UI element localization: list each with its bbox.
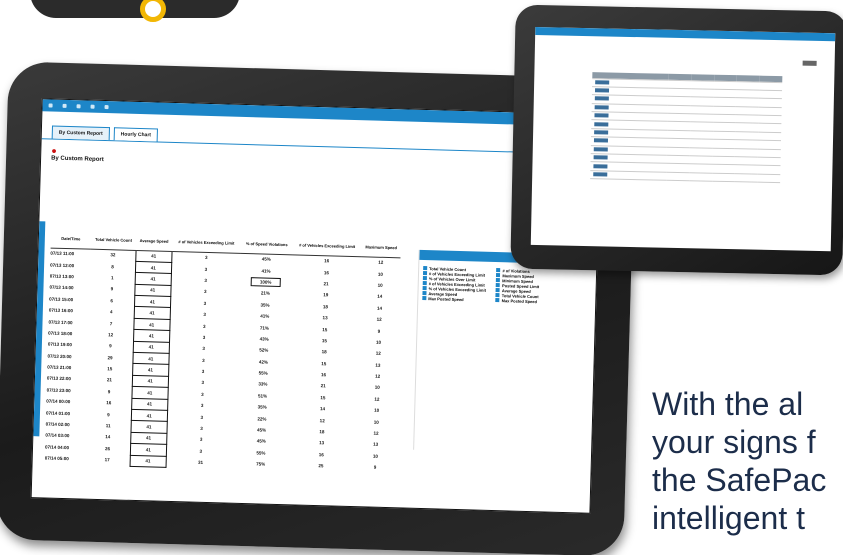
- ring-icon: [140, 0, 166, 22]
- table-cell: 41: [134, 284, 171, 297]
- nav-dot-icon[interactable]: [76, 104, 81, 109]
- table-cell: 75%: [256, 461, 266, 467]
- table-cell: 41: [131, 397, 168, 411]
- small-app-bar: [535, 26, 836, 42]
- promo-caption: With the al your signs f the SafePac int…: [652, 385, 843, 537]
- row-tag: [594, 88, 610, 93]
- meta-block: [51, 170, 87, 171]
- nav-dot-icon[interactable]: [104, 105, 109, 110]
- table-cell: 41: [135, 261, 172, 274]
- row-tag: [594, 121, 609, 127]
- row-tag: [594, 105, 609, 110]
- legend-swatch: [422, 280, 427, 286]
- caption-line: intelligent t: [652, 500, 805, 536]
- tab-custom-report[interactable]: By Custom Report: [51, 125, 110, 141]
- small-tablet: [510, 4, 843, 276]
- table-cell: 41: [130, 420, 167, 434]
- table-cell: 41: [132, 375, 169, 388]
- legend-swatch: [495, 298, 500, 303]
- left-rail: [33, 221, 46, 437]
- caption-line: your signs f: [652, 424, 816, 460]
- table-cell: 41: [134, 295, 171, 308]
- report-table: Date/Time Total Vehicle Count Average Sp…: [45, 229, 401, 475]
- table-cell: 41: [131, 409, 168, 422]
- table-cell: 41: [131, 386, 168, 399]
- col-header: # of Vehicles Exceeding Limit: [171, 232, 242, 253]
- table-cell: 41: [135, 249, 172, 263]
- legend-swatch: [423, 265, 428, 271]
- legend-item: Max Posted Speed: [422, 295, 485, 303]
- legend-swatch: [496, 273, 501, 278]
- col-header: % of Speed Violations: [240, 234, 293, 255]
- row-tag: [593, 138, 609, 143]
- col-header: Maximum Speed: [361, 238, 401, 258]
- col-header: Total Vehicle Count: [90, 230, 137, 250]
- table-cell: 41: [130, 432, 167, 445]
- legend-swatch: [422, 270, 428, 276]
- row-tag: [595, 79, 610, 85]
- highlighted-value: 100%: [250, 277, 281, 287]
- table-cell: 41: [135, 272, 171, 286]
- nav-dot-icon[interactable]: [90, 104, 95, 109]
- table-cell: 17: [104, 457, 110, 463]
- legend-column: # of Violations Maximum Speed Minimum Spee…: [495, 268, 540, 305]
- table-cell: 41: [130, 454, 166, 468]
- col-header: Date/Time: [50, 229, 92, 249]
- col-header: Average Speed: [136, 231, 173, 251]
- caption-line: the SafePac: [652, 462, 827, 498]
- table-cell: 9: [373, 464, 377, 470]
- small-action-button[interactable]: [802, 60, 817, 66]
- table-cell: 41: [133, 341, 170, 354]
- table-cell: 41: [132, 352, 169, 365]
- legend-panel: Total Vehicle Count # of Vehicles Exceedi…: [413, 249, 594, 455]
- table-cell: 41: [133, 318, 170, 331]
- legend-swatch: [422, 290, 427, 296]
- legend-swatch: [422, 295, 427, 301]
- col-header: # of Vehicles Exceeding Limit: [292, 236, 362, 257]
- row-tag: [593, 155, 608, 160]
- small-tablet-screen: [530, 26, 836, 252]
- table-cell: 31: [197, 459, 204, 466]
- menu-icon[interactable]: [48, 103, 53, 108]
- legend-item: Max Posted Speed: [495, 298, 539, 305]
- legend-column: Total Vehicle Count # of Vehicles Exceedi…: [422, 265, 486, 303]
- small-table: [590, 72, 783, 183]
- table-cell: 41: [130, 443, 167, 456]
- legend-swatch: [422, 285, 427, 291]
- nav-dot-icon[interactable]: [62, 103, 67, 108]
- row-tag: [593, 172, 608, 177]
- table-cell: 07/14 05:00: [44, 455, 69, 462]
- row-tag: [593, 147, 608, 152]
- table-cell: 25: [318, 463, 324, 469]
- caption-line: With the al: [652, 386, 804, 422]
- legend-swatch: [495, 293, 500, 298]
- legend-label: Max Posted Speed: [428, 296, 464, 303]
- legend-swatch: [422, 275, 427, 281]
- row-tag: [594, 96, 609, 101]
- row-tag: [594, 130, 609, 135]
- table-cell: 41: [133, 329, 170, 343]
- row-tag: [593, 163, 608, 169]
- table-body: 07/13 11:00 32 41 3 45% 16 12 07/13 12:00 8 41 3 41…: [45, 248, 401, 474]
- legend-label: Max Posted Speed: [501, 298, 538, 305]
- row-tag: [594, 113, 609, 118]
- legend-swatch: [495, 288, 501, 293]
- table-cell: 41: [132, 363, 169, 377]
- legend-swatch: [496, 268, 501, 273]
- table-cell: 41: [134, 306, 170, 320]
- legend-swatch: [496, 283, 501, 288]
- tab-hourly-chart[interactable]: Hourly Chart: [113, 127, 159, 142]
- legend-swatch: [496, 278, 501, 283]
- top-device: [30, 0, 240, 22]
